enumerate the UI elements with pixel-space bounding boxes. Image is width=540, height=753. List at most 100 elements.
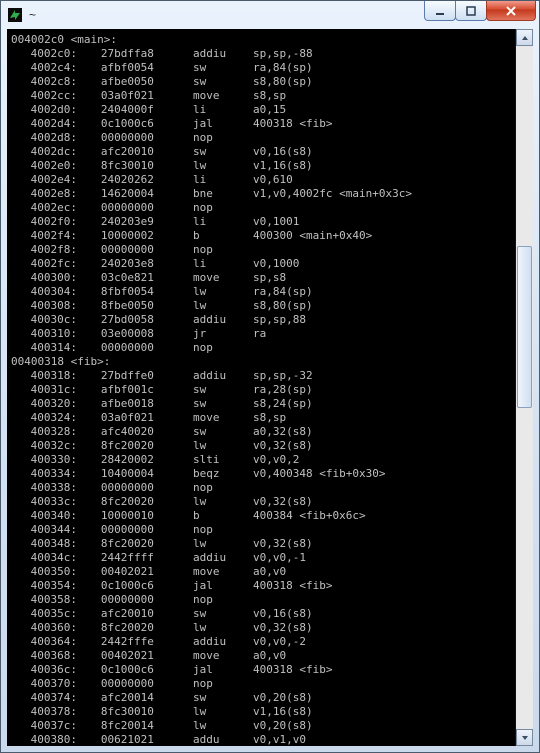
asm-operands: sp,sp,-88: [253, 47, 313, 61]
window-buttons: [424, 1, 535, 29]
asm-addr: 400304:: [11, 285, 81, 299]
asm-hex: afbe0018: [81, 397, 181, 411]
asm-operands: v0,v1,v0: [253, 733, 306, 746]
asm-mnemonic: lw: [181, 719, 253, 733]
scroll-down-button[interactable]: [516, 729, 533, 746]
asm-addr: 400370:: [11, 677, 81, 691]
asm-hex: 03a0f021: [81, 411, 181, 425]
asm-hex: 8fc30010: [81, 159, 181, 173]
asm-hex: 00000000: [81, 481, 181, 495]
asm-mnemonic: move: [181, 89, 253, 103]
asm-line: 40037c: 8fc20014lwv0,20(s8): [11, 719, 515, 733]
asm-hex: 00000000: [81, 593, 181, 607]
asm-mnemonic: addu: [181, 733, 253, 746]
asm-hex: 8fc20020: [81, 537, 181, 551]
asm-addr: 4002f8:: [11, 243, 81, 257]
asm-line: 400380: 00621021adduv0,v1,v0: [11, 733, 515, 746]
scroll-thumb[interactable]: [517, 246, 532, 408]
scroll-track[interactable]: [516, 46, 533, 729]
asm-operands: v0,1001: [253, 215, 299, 229]
function-header: 00400318 <fib>:: [11, 355, 515, 369]
asm-operands: 400300 <main+0x40>: [253, 229, 372, 243]
maximize-button[interactable]: [455, 1, 487, 21]
asm-line: 4002c0: 27bdffa8addiusp,sp,-88: [11, 47, 515, 61]
asm-operands: v0,610: [253, 173, 293, 187]
asm-line: 40031c: afbf001cswra,28(sp): [11, 383, 515, 397]
asm-operands: 400384 <fib+0x6c>: [253, 509, 366, 523]
asm-addr: 400380:: [11, 733, 81, 746]
vertical-scrollbar[interactable]: [515, 29, 533, 746]
asm-hex: 28420002: [81, 453, 181, 467]
asm-mnemonic: addiu: [181, 313, 253, 327]
asm-hex: 27bd0058: [81, 313, 181, 327]
asm-mnemonic: move: [181, 565, 253, 579]
asm-mnemonic: lw: [181, 705, 253, 719]
asm-line: 40034c: 2442ffffaddiuv0,v0,-1: [11, 551, 515, 565]
asm-hex: 240203e9: [81, 215, 181, 229]
asm-addr: 4002fc:: [11, 257, 81, 271]
asm-operands: ra,28(sp): [253, 383, 313, 397]
asm-line: 400350: 00402021movea0,v0: [11, 565, 515, 579]
asm-hex: 00000000: [81, 243, 181, 257]
asm-mnemonic: addiu: [181, 551, 253, 565]
asm-addr: 40037c:: [11, 719, 81, 733]
asm-line: 40032c: 8fc20020lwv0,32(s8): [11, 439, 515, 453]
asm-line: 400364: 2442fffeaddiuv0,v0,-2: [11, 635, 515, 649]
asm-mnemonic: sw: [181, 61, 253, 75]
asm-mnemonic: jal: [181, 663, 253, 677]
asm-mnemonic: lw: [181, 159, 253, 173]
asm-operands: a0,v0: [253, 565, 286, 579]
asm-operands: v0,32(s8): [253, 537, 313, 551]
asm-hex: 0c1000c6: [81, 117, 181, 131]
asm-line: 400344: 00000000nop: [11, 523, 515, 537]
asm-operands: v0,32(s8): [253, 495, 313, 509]
asm-line: 4002d8: 00000000nop: [11, 131, 515, 145]
asm-mnemonic: nop: [181, 481, 253, 495]
asm-line: 400310: 03e00008jrra: [11, 327, 515, 341]
asm-hex: 2442fffe: [81, 635, 181, 649]
asm-addr: 40030c:: [11, 313, 81, 327]
asm-hex: 0c1000c6: [81, 579, 181, 593]
scroll-up-button[interactable]: [516, 29, 533, 46]
asm-mnemonic: lw: [181, 537, 253, 551]
close-button[interactable]: [486, 1, 536, 21]
asm-addr: 400348:: [11, 537, 81, 551]
asm-hex: 10000002: [81, 229, 181, 243]
minimize-button[interactable]: [424, 1, 456, 21]
asm-hex: afbf001c: [81, 383, 181, 397]
asm-line: 4002f8: 00000000nop: [11, 243, 515, 257]
asm-addr: 4002d0:: [11, 103, 81, 117]
asm-addr: 4002e4:: [11, 173, 81, 187]
asm-mnemonic: li: [181, 173, 253, 187]
asm-mnemonic: nop: [181, 131, 253, 145]
asm-operands: v0,16(s8): [253, 607, 313, 621]
asm-addr: 40036c:: [11, 663, 81, 677]
asm-operands: sp,sp,-32: [253, 369, 313, 383]
asm-mnemonic: slti: [181, 453, 253, 467]
asm-line: 40033c: 8fc20020lwv0,32(s8): [11, 495, 515, 509]
asm-addr: 4002f4:: [11, 229, 81, 243]
terminal-area[interactable]: 004002c0 <main>: 4002c0: 27bdffa8addiusp…: [7, 29, 533, 746]
asm-hex: 8fc20020: [81, 439, 181, 453]
asm-addr: 400314:: [11, 341, 81, 355]
asm-hex: 27bdffa8: [81, 47, 181, 61]
asm-operands: v0,400348 <fib+0x30>: [253, 467, 385, 481]
asm-hex: 8fbf0054: [81, 285, 181, 299]
asm-mnemonic: sw: [181, 145, 253, 159]
asm-mnemonic: nop: [181, 243, 253, 257]
asm-operands: v0,20(s8): [253, 691, 313, 705]
asm-operands: ra,84(sp): [253, 61, 313, 75]
asm-mnemonic: sw: [181, 425, 253, 439]
asm-line: 400378: 8fc30010lwv1,16(s8): [11, 705, 515, 719]
asm-hex: 27bdffe0: [81, 369, 181, 383]
asm-operands: v0,1000: [253, 257, 299, 271]
asm-line: 400300: 03c0e821movesp,s8: [11, 271, 515, 285]
cygwin-icon: [7, 7, 23, 23]
asm-addr: 40031c:: [11, 383, 81, 397]
window-title: ~: [29, 8, 424, 22]
asm-mnemonic: lw: [181, 285, 253, 299]
titlebar[interactable]: ~: [1, 1, 539, 29]
asm-line: 400304: 8fbf0054lwra,84(sp): [11, 285, 515, 299]
asm-line: 400340: 10000010b400384 <fib+0x6c>: [11, 509, 515, 523]
asm-operands: v0,16(s8): [253, 145, 313, 159]
